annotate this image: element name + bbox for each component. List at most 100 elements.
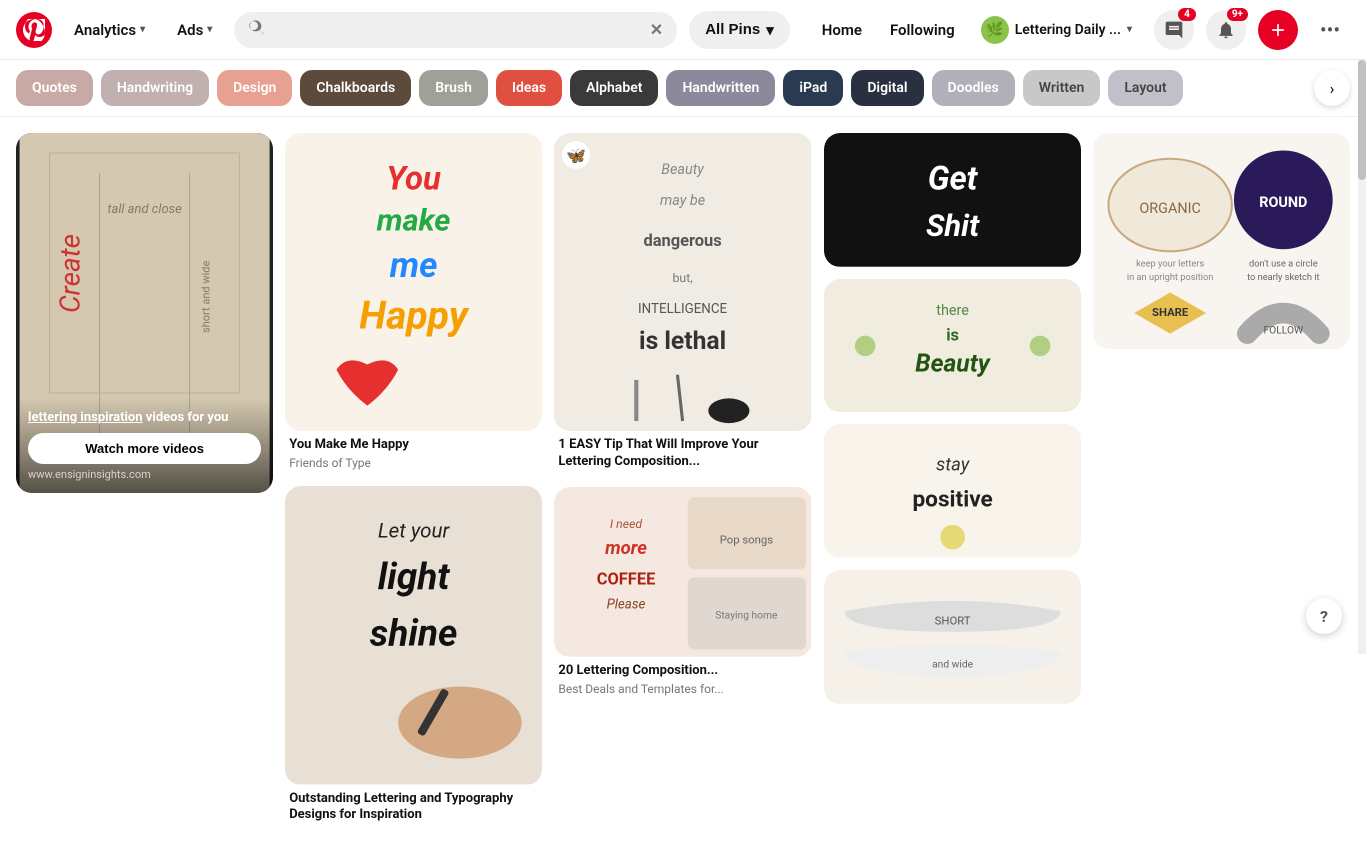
pin-info: You Make Me Happy Friends of Type [285,431,542,474]
more-options-button[interactable]: ••• [1310,10,1350,50]
ads-label: Ads [177,21,203,39]
svg-text:shine: shine [370,613,458,656]
pin-organic-round[interactable]: ORGANIC ROUND keep your letters in an up… [1093,133,1350,349]
chip-written[interactable]: Written [1023,70,1101,106]
clear-search-icon[interactable]: ✕ [650,20,663,39]
pin-handwriting-sketch[interactable]: SHORT and wide [824,570,1081,704]
svg-text:don't use a circle: don't use a circle [1249,259,1318,270]
account-avatar: 🌿 [981,16,1009,44]
svg-text:may be: may be [660,192,705,209]
svg-text:INTELLIGENCE: INTELLIGENCE [638,302,727,317]
filter-bar: Quotes Handwriting Design Chalkboards Br… [0,60,1366,117]
svg-text:tall and close: tall and close [107,202,182,217]
all-pins-chevron-icon: ▾ [766,21,774,39]
pinterest-logo[interactable] [16,12,52,48]
pin-stay-positive[interactable]: stay positive [824,424,1081,558]
pin-info-light: Outstanding Lettering and Typography Des… [285,785,542,829]
pin-info-coffee: 20 Lettering Composition... Best Deals a… [554,657,811,700]
pins-grid: tall and close Create short and wide let… [16,133,1350,828]
all-pins-filter-button[interactable]: All Pins ▾ [689,11,790,49]
video-pin[interactable]: tall and close Create short and wide let… [16,133,273,493]
messages-button[interactable]: 4 [1154,10,1194,50]
ads-chevron-icon: ▾ [207,24,212,35]
svg-text:light: light [378,556,451,599]
all-pins-label: All Pins [705,21,760,38]
svg-text:I need: I need [610,518,643,532]
chip-ideas[interactable]: Ideas [496,70,562,106]
pin-title-coffee: 20 Lettering Composition... [558,663,807,680]
svg-text:You: You [386,160,441,199]
chip-handwriting[interactable]: Handwriting [101,70,209,106]
svg-text:Create: Create [54,234,87,313]
home-nav-link[interactable]: Home [810,13,874,47]
scrollbar[interactable] [1358,0,1366,654]
chip-digital[interactable]: Digital [851,70,923,106]
analytics-label: Analytics [74,21,136,39]
svg-text:ORGANIC: ORGANIC [1139,200,1201,217]
main-content: tall and close Create short and wide let… [0,117,1366,844]
video-text-rest: videos for you [146,410,229,425]
svg-text:Staying home: Staying home [716,609,779,622]
svg-text:Beauty: Beauty [662,161,706,178]
svg-text:is lethal: is lethal [639,327,726,356]
pin-title-light: Outstanding Lettering and Typography Des… [289,791,538,825]
following-nav-link[interactable]: Following [878,13,967,47]
svg-text:Shit: Shit [926,207,980,244]
pin-title-beauty: 1 EASY Tip That Will Improve Your Letter… [558,437,807,471]
pin-coffee-collage[interactable]: I need more COFFEE Please Pop songs Stay… [554,487,811,700]
svg-text:Pop songs: Pop songs [720,534,773,547]
svg-text:ROUND: ROUND [1259,194,1307,211]
create-button[interactable] [1258,10,1298,50]
account-chevron-icon: ▾ [1127,24,1132,35]
video-domain: www.ensigninsights.com [28,468,261,481]
help-button[interactable]: ? [1306,598,1342,634]
pin-subtitle: Friends of Type [289,456,538,470]
pin-there-is-beauty[interactable]: there is Beauty [824,279,1081,413]
chip-handwritten[interactable]: Handwritten [666,70,775,106]
notifications-button[interactable]: 9+ [1206,10,1246,50]
ads-nav[interactable]: Ads ▾ [167,15,222,45]
analytics-nav[interactable]: Analytics ▾ [64,15,155,45]
video-overlay: lettering inspiration videos for you Wat… [16,398,273,493]
chip-layout[interactable]: Layout [1108,70,1182,106]
search-bar: lettering inspiration ✕ [234,12,677,48]
chip-design[interactable]: Design [217,70,292,106]
scrollbar-thumb[interactable] [1358,60,1366,180]
svg-text:more: more [606,537,648,559]
svg-text:Beauty: Beauty [915,349,992,378]
watch-videos-button[interactable]: Watch more videos [28,433,261,464]
pin-let-your-light-shine[interactable]: Let your light shine Outstanding Letteri… [285,486,542,828]
svg-text:SHORT: SHORT [934,615,970,628]
chip-chalkboards[interactable]: Chalkboards [300,70,411,106]
chip-quotes[interactable]: Quotes [16,70,93,106]
svg-text:keep your letters: keep your letters [1136,259,1204,270]
svg-text:Happy: Happy [360,292,470,338]
chip-doodles[interactable]: Doodles [932,70,1015,106]
notifications-badge: 9+ [1227,8,1248,21]
svg-text:COFFEE: COFFEE [597,571,656,590]
video-text: lettering inspiration videos for you [28,410,261,425]
account-name-label: Lettering Daily ... [1015,22,1121,38]
chip-brush[interactable]: Brush [419,70,488,106]
svg-text:to nearly sketch it: to nearly sketch it [1247,272,1319,283]
pin-you-make-me-happy[interactable]: You make me Happy You Make Me Happy Frie… [285,133,542,474]
chip-alphabet[interactable]: Alphabet [570,70,658,106]
main-nav: Home Following 🌿 Lettering Daily ... ▾ [810,10,1142,50]
header: Analytics ▾ Ads ▾ lettering inspiration … [0,0,1366,60]
filter-next-arrow[interactable]: › [1314,70,1350,106]
pin-info-beauty: 1 EASY Tip That Will Improve Your Letter… [554,431,811,475]
pin-get-shit[interactable]: Get Shit [824,133,1081,267]
chip-ipad[interactable]: iPad [783,70,843,106]
svg-text:there: there [936,302,969,319]
pin-title: You Make Me Happy [289,437,538,454]
svg-text:Please: Please [607,597,646,612]
account-nav[interactable]: 🌿 Lettering Daily ... ▾ [971,10,1142,50]
messages-badge: 4 [1178,8,1196,21]
svg-text:positive: positive [912,486,992,513]
search-input[interactable]: lettering inspiration [272,21,641,38]
svg-text:dangerous: dangerous [644,232,722,251]
svg-text:make: make [377,202,451,239]
search-icon [248,20,264,40]
video-highlight: lettering inspiration [28,410,143,425]
pin-beauty-lethal[interactable]: Beauty may be dangerous but, INTELLIGENC… [554,133,811,475]
